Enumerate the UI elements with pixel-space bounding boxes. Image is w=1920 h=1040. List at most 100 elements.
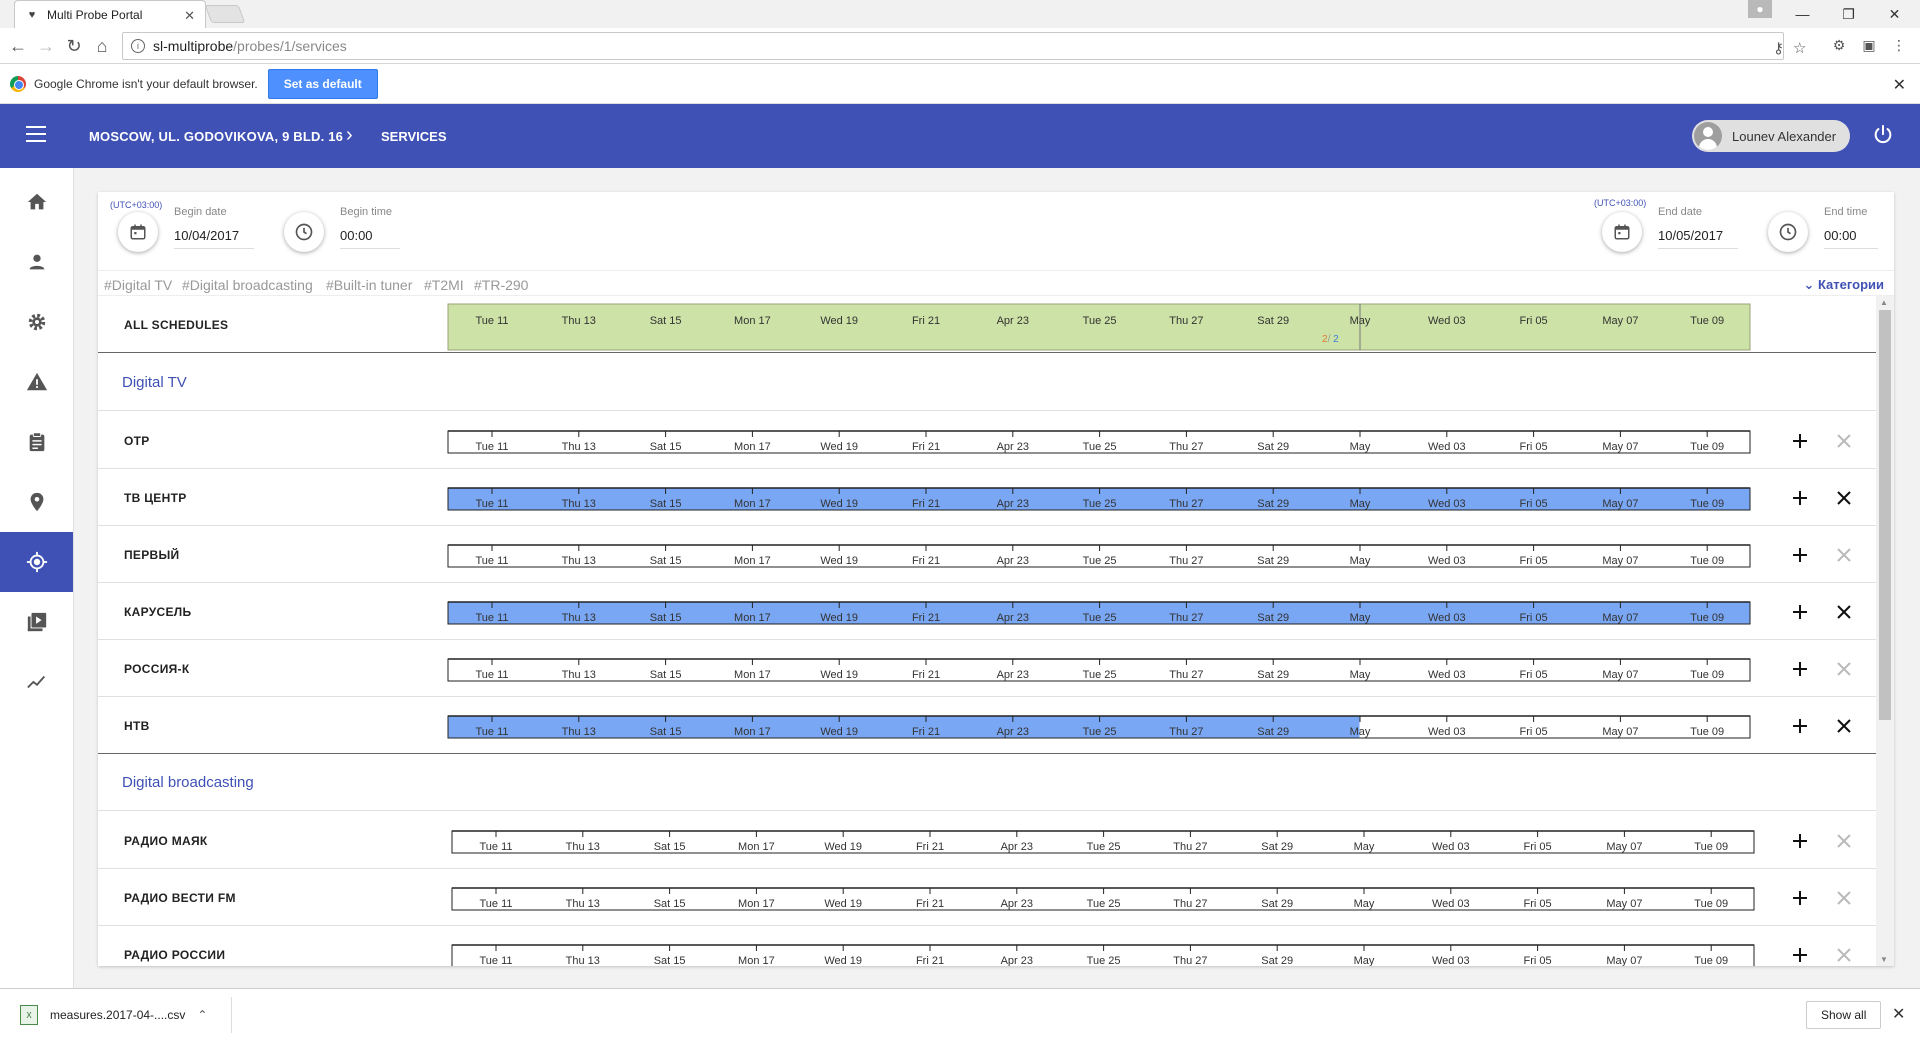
add-schedule-button[interactable] (1788, 600, 1812, 624)
timeline-tick-label: Tue 25 (1083, 669, 1117, 681)
key-icon[interactable]: ⚷ (1773, 39, 1784, 57)
download-bar-close-icon[interactable]: ✕ (1892, 1004, 1905, 1024)
forward-icon[interactable]: → (34, 34, 58, 58)
scroll-thumb[interactable] (1879, 310, 1891, 720)
site-info-icon[interactable]: i (131, 39, 145, 53)
extension-2-icon[interactable]: ▣ (1860, 36, 1878, 54)
back-icon[interactable]: ← (6, 34, 30, 58)
remove-schedule-button[interactable] (1832, 600, 1856, 624)
service-timeline[interactable]: Tue 11 Thu 13 Sat 15 Mon 17 Wed 19 Fri 21 Apr … (447, 714, 1751, 739)
list-scrollbar[interactable]: ▲ ▼ (1876, 296, 1894, 966)
add-schedule-button[interactable] (1788, 943, 1812, 966)
remove-schedule-button[interactable] (1832, 829, 1856, 853)
tag-t2mi[interactable]: #T2MI (424, 277, 464, 293)
profile-icon[interactable]: ● (1748, 0, 1772, 18)
timeline-tick-label: Wed 03 (1428, 726, 1466, 738)
remove-schedule-button[interactable] (1832, 486, 1856, 510)
power-icon[interactable] (1872, 124, 1894, 146)
sidebar-item-settings[interactable] (0, 292, 73, 352)
service-timeline[interactable]: Tue 11 Thu 13 Sat 15 Mon 17 Wed 19 Fri 21 Apr … (447, 543, 1751, 568)
timeline-tick-label: Mon 17 (734, 555, 771, 567)
sidebar-item-video[interactable] (0, 592, 73, 652)
service-timeline[interactable]: Tue 11 Thu 13 Sat 15 Mon 17 Wed 19 Fri 21 Apr … (451, 829, 1755, 854)
add-schedule-button[interactable] (1788, 657, 1812, 681)
new-tab-button[interactable] (204, 5, 246, 23)
chevron-up-icon[interactable]: ⌃ (197, 1008, 207, 1022)
service-timeline[interactable]: Tue 11 Thu 13 Sat 15 Mon 17 Wed 19 Fri 21 Apr … (447, 486, 1751, 511)
timeline-tick-label: Tue 09 (1694, 841, 1728, 853)
reload-icon[interactable]: ↻ (62, 34, 86, 58)
end-date-field[interactable]: 10/05/2017 (1658, 228, 1738, 249)
window-close-icon[interactable]: ✕ (1872, 0, 1917, 28)
menu-icon[interactable] (26, 126, 46, 142)
extension-icon[interactable]: ⚙ (1830, 36, 1848, 54)
tag-built-in-tuner[interactable]: #Built-in tuner (326, 277, 412, 293)
service-timeline[interactable]: Tue 11 Thu 13 Sat 15 Mon 17 Wed 19 Fri 21 Apr … (451, 943, 1755, 966)
sidebar-item-locations[interactable] (0, 472, 73, 532)
categories-toggle[interactable]: ⌄ Категории (1803, 277, 1884, 293)
begin-time-field[interactable]: 00:00 (340, 228, 400, 249)
end-date-button[interactable] (1602, 212, 1642, 252)
breadcrumb-location[interactable]: MOSCOW, UL. GODOVIKOVA, 9 BLD. 16 (89, 129, 343, 144)
timeline-tick-label: May (1350, 315, 1371, 327)
add-schedule-button[interactable] (1788, 429, 1812, 453)
remove-schedule-button[interactable] (1832, 429, 1856, 453)
sidebar-item-home[interactable] (0, 172, 73, 232)
tag-digital-broadcasting[interactable]: #Digital broadcasting (182, 277, 313, 293)
service-timeline[interactable]: Tue 11 Thu 13 Sat 15 Mon 17 Wed 19 Fri 21 Apr … (447, 600, 1751, 625)
tag-digital-tv[interactable]: #Digital TV (104, 277, 172, 293)
begin-date-field[interactable]: 10/04/2017 (174, 228, 254, 249)
scroll-up-icon[interactable]: ▲ (1880, 298, 1888, 307)
service-timeline[interactable]: Tue 11 Thu 13 Sat 15 Mon 17 Wed 19 Fri 21 Apr … (447, 657, 1751, 682)
browser-tab[interactable]: ♥ Multi Probe Portal ✕ (14, 0, 206, 28)
service-timeline[interactable]: Tue 11 Thu 13 Sat 15 Mon 17 Wed 19 Fri 21 Apr … (451, 886, 1755, 911)
remove-schedule-button[interactable] (1832, 657, 1856, 681)
minimize-icon[interactable]: — (1780, 0, 1825, 28)
begin-time-button[interactable] (284, 212, 324, 252)
home-icon[interactable]: ⌂ (90, 34, 114, 58)
timeline-svg: Tue 11 Thu 13 Sat 15 Mon 17 Wed 19 Fri 21 Apr … (447, 715, 1751, 739)
schedule-counter: 2/ 2 (1322, 334, 1339, 345)
add-schedule-button[interactable] (1788, 543, 1812, 567)
maximize-icon[interactable]: ❐ (1826, 0, 1871, 28)
add-schedule-button[interactable] (1788, 714, 1812, 738)
timeline-tick-label: Mon 17 (738, 955, 775, 966)
sidebar-item-alarms[interactable] (0, 352, 73, 412)
begin-date-button[interactable] (118, 212, 158, 252)
end-time-button[interactable] (1768, 212, 1808, 252)
all-schedules-timeline[interactable]: Tue 11 Thu 13 Sat 15 Mon 17 Wed 19 Fri 21 Apr … (447, 303, 1751, 351)
sidebar-item-users[interactable] (0, 232, 73, 292)
add-schedule-button[interactable] (1788, 829, 1812, 853)
tab-close-icon[interactable]: ✕ (184, 8, 195, 24)
menu-kebab-icon[interactable]: ⋮ (1890, 36, 1908, 54)
remove-schedule-button[interactable] (1832, 886, 1856, 910)
timeline-tick-label: Thu 13 (566, 841, 600, 853)
sidebar-item-reports[interactable] (0, 412, 73, 472)
set-default-button[interactable]: Set as default (267, 68, 378, 99)
remove-schedule-button[interactable] (1832, 714, 1856, 738)
service-timeline[interactable]: Tue 11 Thu 13 Sat 15 Mon 17 Wed 19 Fri 21 Apr … (447, 429, 1751, 454)
remove-schedule-button[interactable] (1832, 543, 1856, 567)
user-chip[interactable]: Lounev Alexander (1692, 120, 1851, 152)
show-all-button[interactable]: Show all (1806, 1001, 1882, 1029)
timeline-tick-label: Wed 03 (1432, 841, 1470, 853)
add-schedule-button[interactable] (1788, 486, 1812, 510)
timeline-tick-label: Fri 21 (912, 726, 940, 738)
calendar-icon (130, 224, 146, 240)
end-time-field[interactable]: 00:00 (1824, 228, 1878, 249)
sidebar-item-services[interactable] (0, 532, 73, 592)
infobar-close-icon[interactable]: ✕ (1893, 75, 1906, 95)
timeline-tick-label: May (1350, 612, 1371, 624)
timeline-tick-label: Tue 11 (479, 898, 512, 910)
tag-tr-290[interactable]: #TR-290 (474, 277, 528, 293)
address-bar[interactable]: i sl-multiprobe/probes/1/services ⚷ ☆ (122, 32, 1806, 60)
download-item[interactable]: X measures.2017-04-....csv ⌃ (14, 997, 232, 1033)
bookmark-star-icon[interactable]: ☆ (1793, 39, 1806, 57)
add-schedule-button[interactable] (1788, 886, 1812, 910)
remove-schedule-button[interactable] (1832, 943, 1856, 966)
timeline-tick-label: Fri 21 (912, 612, 940, 624)
services-list: ALL SCHEDULES Tue 11 Thu 13 Sat 15 Mon 17 We… (98, 296, 1876, 966)
sidebar-item-statistics[interactable] (0, 652, 73, 712)
timeline-tick-label: Sat 15 (650, 315, 682, 327)
scroll-down-icon[interactable]: ▼ (1880, 955, 1888, 964)
